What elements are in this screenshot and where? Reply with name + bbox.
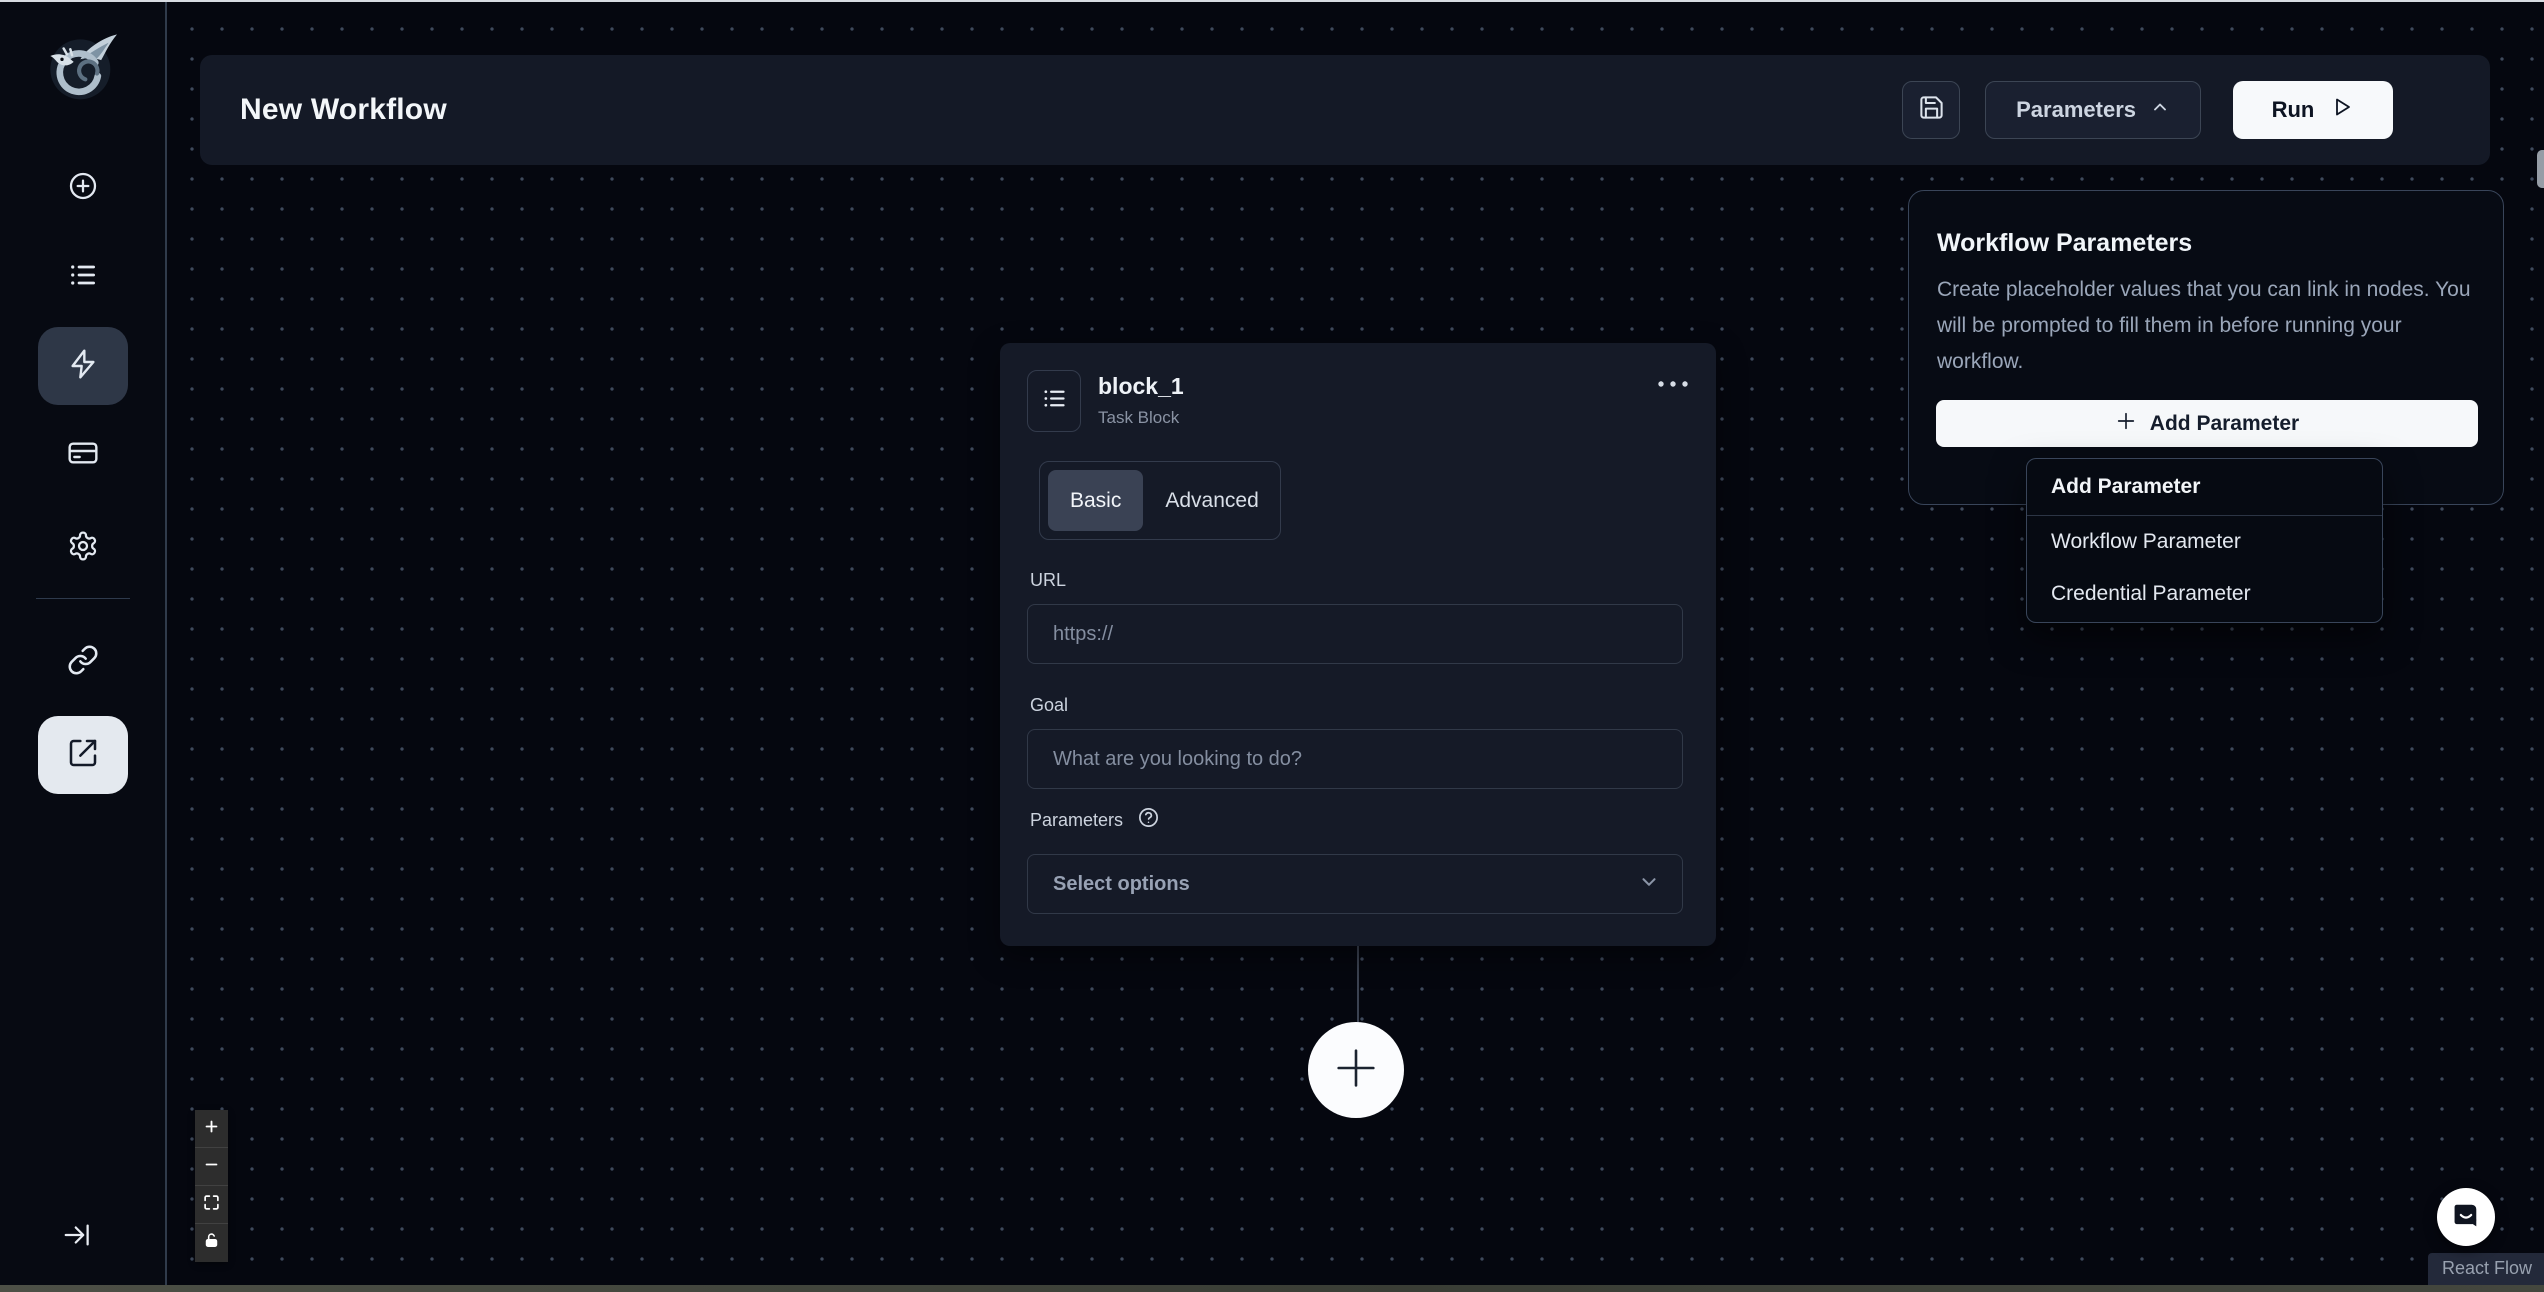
app-logo (42, 26, 122, 106)
block-header: block_1 Task Block (1027, 370, 1184, 432)
ellipsis-icon (1656, 377, 1690, 394)
edge-connector (1357, 946, 1359, 1024)
parameters-label: Parameters (1030, 809, 1124, 830)
minus-icon (203, 1156, 220, 1178)
panel-description: Create placeholder values that you can l… (1937, 278, 2471, 373)
share-button[interactable] (38, 716, 128, 794)
chevron-down-icon (1638, 871, 1660, 898)
save-icon (1918, 94, 1945, 126)
canvas-controls (195, 1110, 228, 1262)
fit-view-button[interactable] (195, 1186, 228, 1224)
create-button[interactable] (38, 149, 128, 227)
lock-toggle-button[interactable] (195, 1224, 228, 1262)
react-flow-attribution[interactable]: React Flow (2427, 1253, 2544, 1285)
header-actions: Parameters Run (1902, 81, 2393, 139)
plus-circle-icon (67, 170, 99, 207)
sidebar (0, 0, 167, 1292)
expand-sidebar-button[interactable] (56, 1216, 98, 1258)
support-chat-button[interactable] (2437, 1188, 2495, 1246)
url-label: URL (1030, 570, 1067, 590)
block-name: block_1 (1098, 373, 1184, 399)
save-button[interactable] (1902, 81, 1961, 139)
parameters-select[interactable]: Select options (1027, 854, 1683, 914)
chat-bubble-icon (2450, 1199, 2482, 1236)
block-type: Task Block (1098, 408, 1180, 427)
workflows-button[interactable] (38, 327, 128, 405)
credit-card-icon (67, 437, 99, 474)
sidebar-divider (36, 598, 130, 599)
plus-icon (1330, 1042, 1382, 1099)
arrow-right-to-line-icon (62, 1220, 92, 1255)
integrations-button[interactable] (38, 623, 128, 701)
page-title: New Workflow (240, 93, 447, 126)
goal-label: Goal (1030, 695, 1069, 715)
run-button[interactable]: Run (2233, 81, 2393, 139)
workflow-header: New Workflow Parameters Run (200, 55, 2490, 165)
tab-basic[interactable]: Basic (1048, 470, 1144, 531)
lock-open-icon (203, 1232, 220, 1254)
chevron-up-icon (2150, 97, 2170, 123)
settings-button[interactable] (38, 509, 128, 587)
parameters-toggle-label: Parameters (2016, 97, 2136, 122)
list-icon (1041, 385, 1068, 417)
gear-icon (67, 530, 99, 567)
billing-button[interactable] (38, 416, 128, 494)
play-icon (2330, 95, 2354, 125)
add-block-button[interactable] (1308, 1022, 1404, 1118)
runs-history-button[interactable] (38, 238, 128, 316)
external-link-icon (67, 737, 99, 774)
lightning-icon (67, 348, 99, 385)
parameters-label-row: Parameters (1030, 806, 1160, 834)
block-icon-box (1027, 370, 1081, 432)
zoom-in-button[interactable] (195, 1110, 228, 1148)
app-window: New Workflow Parameters Run block_1 Task… (0, 0, 2544, 1292)
help-circle-icon[interactable] (1137, 806, 1160, 834)
plus-icon (203, 1118, 220, 1140)
parameters-select-value: Select options (1053, 872, 1190, 895)
window-bottom-edge (0, 1285, 2544, 1292)
block-tabs: Basic Advanced (1039, 461, 1281, 540)
goal-input[interactable] (1027, 729, 1683, 789)
parameters-toggle-button[interactable]: Parameters (1985, 81, 2201, 139)
link-icon (67, 644, 99, 681)
task-block-node[interactable]: block_1 Task Block Basic Advanced URL Go… (1000, 343, 1716, 946)
menu-item-credential-parameter[interactable]: Credential Parameter (2027, 568, 2382, 620)
menu-header: Add Parameter (2027, 459, 2382, 516)
tab-advanced[interactable]: Advanced (1143, 470, 1280, 531)
zoom-out-button[interactable] (195, 1148, 228, 1186)
add-parameter-menu: Add Parameter Workflow Parameter Credent… (2026, 458, 2383, 623)
add-parameter-button[interactable]: Add Parameter (1936, 400, 2478, 447)
scrollbar-nub[interactable] (2537, 150, 2544, 188)
panel-title: Workflow Parameters (1937, 229, 2193, 257)
block-menu-button[interactable] (1656, 377, 1690, 395)
window-top-edge (0, 0, 2544, 2)
run-button-label: Run (2271, 97, 2315, 122)
url-input[interactable] (1027, 604, 1683, 664)
fit-view-icon (203, 1194, 220, 1216)
plus-icon (2115, 410, 2137, 438)
add-parameter-button-label: Add Parameter (2149, 411, 2300, 435)
block-titles: block_1 Task Block (1098, 370, 1184, 432)
menu-item-workflow-parameter[interactable]: Workflow Parameter (2027, 516, 2382, 568)
list-icon (67, 259, 99, 296)
